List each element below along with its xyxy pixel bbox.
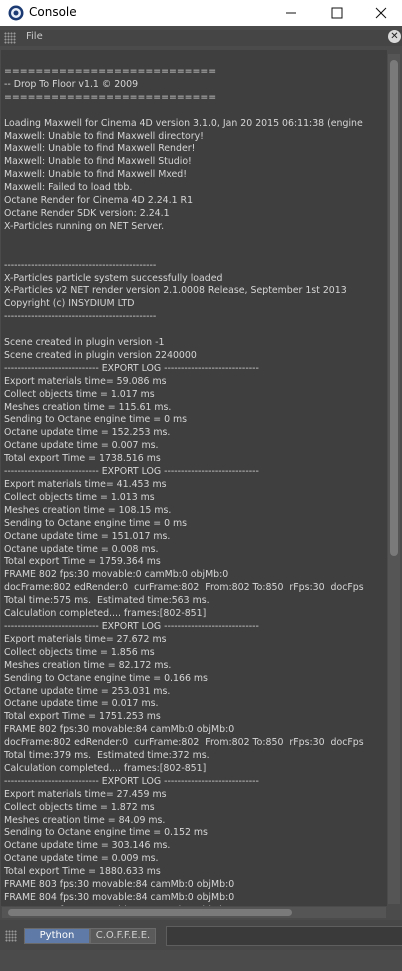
tab-python[interactable]: Python [24, 928, 90, 944]
console-line: Collect objects time = 1.013 ms [4, 491, 155, 503]
menu-bar: File ✕ [0, 30, 402, 46]
console-line: X-Particles v2 NET render version 2.1.00… [4, 285, 347, 297]
console-line: Scene created in plugin version 2240000 [4, 349, 197, 361]
console-line: =========================== [4, 91, 217, 103]
file-menu[interactable]: File [26, 31, 43, 42]
console-line: docFrame:802 edRender:0 curFrame:802 Fro… [4, 582, 364, 594]
bottom-bar: Python C.O.F.F.E.E. [0, 920, 402, 950]
console-line: Scene created in plugin version -1 [4, 337, 165, 349]
console-line: FRAME 802 fps:30 movable:0 camMb:0 objMb… [4, 569, 229, 581]
console-line: X-Particles running on NET Server. [4, 220, 165, 232]
console-line: docFrame:802 edRender:0 curFrame:802 Fro… [4, 737, 364, 749]
console-line: Loading Maxwell for Cinema 4D version 3.… [4, 117, 363, 129]
bottom-grip-icon[interactable] [5, 930, 17, 942]
console-line: Total export Time = 1751.253 ms [4, 711, 161, 723]
console-line: Octane Render SDK version: 2.24.1 [4, 207, 170, 219]
console-line: Total time:575 ms. Estimated time:563 ms… [4, 595, 210, 607]
console-line: Meshes creation time = 108.15 ms. [4, 504, 172, 516]
command-input[interactable] [166, 926, 402, 946]
horizontal-scrollbar[interactable] [2, 907, 386, 918]
console-line: Total export Time = 1880.633 ms [4, 866, 161, 878]
tab-coffee[interactable]: C.O.F.F.E.E. [90, 928, 156, 944]
console-line: Collect objects time = 1.872 ms [4, 801, 155, 813]
console-line: Octane Render for Cinema 4D 2.24.1 R1 [4, 195, 194, 207]
console-line: ---------------------------- EXPORT LOG … [4, 466, 259, 478]
console-line: Maxwell: Unable to find Maxwell director… [4, 130, 204, 142]
console-line: Calculation completed.... frames:[802-85… [4, 608, 207, 620]
console-line: ----------------------------------------… [4, 259, 157, 271]
console-line: Sending to Octane engine time = 0 ms [4, 517, 188, 529]
console-line: FRAME 805 fps:30 movable:84 camMb:0 objM… [4, 905, 364, 906]
console-line: -- Drop To Floor v1.1 © 2009 [4, 78, 139, 90]
console-line: ---------------------------- EXPORT LOG … [4, 362, 259, 374]
console-line: Copyright (c) INSYDIUM LTD [4, 298, 135, 310]
console-line: FRAME 803 fps:30 movable:84 camMb:0 objM… [4, 879, 235, 891]
console-line: Octane update time = 152.253 ms. [4, 427, 171, 439]
console-line: Octane update time = 0.008 ms. [4, 543, 159, 555]
console-line: =========================== [4, 66, 217, 77]
console-line: Meshes creation time = 84.09 ms. [4, 814, 166, 826]
vertical-scrollbar[interactable] [388, 54, 400, 904]
console-line: FRAME 802 fps:30 movable:84 camMb:0 objM… [4, 724, 235, 736]
horizontal-scroll-thumb[interactable] [8, 909, 292, 916]
close-button[interactable] [358, 0, 402, 26]
window-footer [0, 950, 402, 971]
console-line: Octane update time = 0.007 ms. [4, 440, 159, 452]
console-line: Total export Time = 1759.364 ms [4, 556, 161, 568]
console-output[interactable]: =========================== -- Drop To Fl… [1, 50, 387, 906]
console-line: Maxwell: Failed to load tbb. [4, 182, 133, 194]
console-line: Collect objects time = 1.856 ms [4, 646, 155, 658]
console-line: ---------------------------- EXPORT LOG … [4, 620, 259, 632]
close-icon [375, 7, 387, 19]
title-bar: Console [0, 0, 402, 26]
console-line: Meshes creation time = 82.172 ms. [4, 659, 172, 671]
console-lines: =========================== -- Drop To Fl… [4, 66, 364, 906]
console-line: Octane update time = 0.017 ms. [4, 698, 159, 710]
console-line: Octane update time = 303.146 ms. [4, 840, 171, 852]
console-line: Sending to Octane engine time = 0 ms [4, 414, 188, 426]
console-line: X-Particles particle system successfully… [4, 272, 223, 284]
console-line: Collect objects time = 1.017 ms [4, 388, 155, 400]
vertical-scroll-thumb[interactable] [390, 60, 398, 556]
console-line: Export materials time= 59.086 ms [4, 375, 167, 387]
console-line: Octane update time = 151.017 ms. [4, 530, 171, 542]
console-line: Maxwell: Unable to find Maxwell Render! [4, 143, 196, 155]
console-line: FRAME 804 fps:30 movable:84 camMb:0 objM… [4, 892, 235, 903]
console-line: Meshes creation time = 115.61 ms. [4, 401, 172, 413]
console-line: Octane update time = 253.031 ms. [4, 685, 171, 697]
console-line: Export materials time= 41.453 ms [4, 479, 167, 490]
cinema4d-app-icon [8, 5, 24, 21]
console-line: Sending to Octane engine time = 0.166 ms [4, 672, 208, 684]
panel-close-icon[interactable]: ✕ [388, 30, 401, 43]
console-line: ----------------------------------------… [4, 311, 157, 323]
console-line: Export materials time= 27.672 ms [4, 633, 167, 645]
console-line: Total export Time = 1738.516 ms [4, 453, 161, 465]
minimize-button[interactable] [268, 0, 314, 26]
minimize-icon [286, 12, 296, 14]
panel-grip-icon[interactable] [4, 32, 16, 44]
console-line: Maxwell: Unable to find Maxwell Studio! [4, 156, 192, 168]
console-line: ---------------------------- EXPORT LOG … [4, 775, 259, 787]
console-line: Octane update time = 0.009 ms. [4, 853, 159, 865]
console-line: Calculation completed.... frames:[802-85… [4, 762, 207, 774]
maximize-button[interactable] [314, 0, 360, 26]
console-line: Total time:379 ms. Estimated time:372 ms… [4, 750, 210, 762]
console-line: Sending to Octane engine time = 0.152 ms [4, 827, 208, 839]
maximize-icon [331, 7, 343, 19]
window-title: Console [29, 5, 77, 19]
console-line: Export materials time= 27.459 ms [4, 788, 167, 800]
console-line: Maxwell: Unable to find Maxwell Mxed! [4, 169, 188, 181]
